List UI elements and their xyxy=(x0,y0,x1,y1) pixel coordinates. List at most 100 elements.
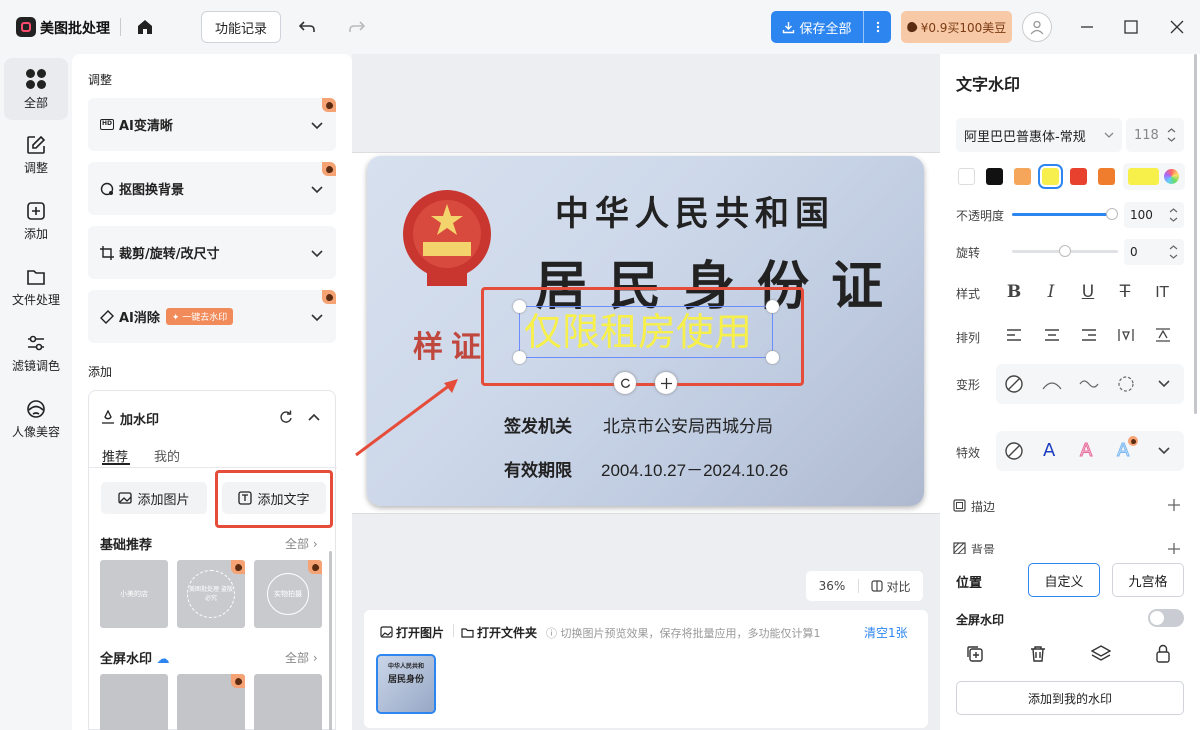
undo-icon[interactable] xyxy=(295,15,319,39)
fullscreen-all-link[interactable]: 全部 › xyxy=(285,649,318,666)
resize-handle[interactable] xyxy=(766,351,779,364)
open-image-button[interactable]: 打开图片 xyxy=(380,624,444,641)
circle-text-icon[interactable] xyxy=(1116,374,1136,394)
move-handle-icon[interactable] xyxy=(655,372,677,394)
align-center-icon[interactable] xyxy=(1044,328,1060,342)
add-image-button[interactable]: 添加图片 xyxy=(101,482,207,514)
redo-icon[interactable] xyxy=(345,15,369,39)
app-title: 美图批处理 xyxy=(40,21,110,37)
color-swatch[interactable] xyxy=(1098,168,1115,185)
layers-icon[interactable] xyxy=(1091,645,1111,663)
wave-icon[interactable] xyxy=(1079,377,1099,391)
chevron-down-icon[interactable] xyxy=(1157,445,1171,457)
rotate-input[interactable]: 0 xyxy=(1124,239,1184,265)
watermark-text-box[interactable]: 仅限租房使用 xyxy=(513,300,779,364)
compare-button[interactable]: 对比 xyxy=(859,578,923,595)
scrollbar[interactable] xyxy=(329,551,332,730)
vertical-text-icon[interactable]: IT xyxy=(1144,277,1180,307)
card-ai-erase[interactable]: AI消除 ✦ 一键去水印 xyxy=(88,290,336,343)
fullscreen-thumb[interactable] xyxy=(177,674,245,730)
plus-icon[interactable] xyxy=(1167,542,1181,554)
stepper-icon[interactable] xyxy=(1169,244,1178,260)
history-button[interactable]: 功能记录 xyxy=(201,11,281,43)
add-to-my-watermark-button[interactable]: 添加到我的水印 xyxy=(956,681,1184,715)
basic-all-link[interactable]: 全部 › xyxy=(285,535,318,552)
align-right-icon[interactable] xyxy=(1081,328,1097,342)
scrollbar[interactable] xyxy=(1194,54,1197,414)
chevron-up-icon[interactable] xyxy=(307,410,321,424)
rotate-handle-icon[interactable] xyxy=(614,372,636,394)
color-swatch[interactable] xyxy=(1070,168,1087,185)
resize-handle[interactable] xyxy=(766,300,779,313)
rotate-slider[interactable] xyxy=(1012,245,1118,257)
opacity-slider[interactable] xyxy=(1012,208,1118,220)
watermark-title: 加水印 xyxy=(120,413,160,428)
plus-icon[interactable] xyxy=(1167,498,1181,512)
home-icon[interactable] xyxy=(133,15,157,39)
fullscreen-toggle[interactable] xyxy=(1148,609,1184,627)
resize-handle[interactable] xyxy=(513,351,526,364)
italic-icon[interactable]: I xyxy=(1033,277,1069,307)
current-color-swatch[interactable] xyxy=(1128,168,1159,185)
distribute-icon[interactable] xyxy=(1118,328,1134,342)
nav-file[interactable]: 文件处理 xyxy=(4,256,68,318)
bold-icon[interactable]: B xyxy=(996,277,1032,307)
chevron-down-icon[interactable] xyxy=(1157,378,1171,390)
zoom-level[interactable]: 36% xyxy=(806,579,858,593)
none-icon[interactable] xyxy=(1004,441,1024,461)
fullscreen-thumb[interactable] xyxy=(100,674,168,730)
tab-mine[interactable]: 我的 xyxy=(154,446,180,465)
position-grid-button[interactable]: 九宫格 xyxy=(1112,563,1184,597)
color-picker-icon[interactable] xyxy=(1164,169,1179,184)
arc-icon[interactable] xyxy=(1042,377,1062,391)
card-cutout[interactable]: 抠图换背景 xyxy=(88,162,336,215)
nav-add[interactable]: 添加 xyxy=(4,190,68,252)
stepper-icon[interactable] xyxy=(1167,127,1176,143)
clear-button[interactable]: 清空1张 xyxy=(864,624,908,641)
card-crop[interactable]: 裁剪/旋转/改尺寸 xyxy=(88,226,336,279)
open-folder-button[interactable]: 打开文件夹 xyxy=(461,624,537,641)
strikethrough-icon[interactable]: T xyxy=(1107,277,1143,307)
avatar[interactable] xyxy=(1022,12,1052,42)
effect-blue-icon[interactable]: A xyxy=(1116,440,1129,462)
watermark-thumb[interactable]: 实物拍摄 xyxy=(254,560,322,628)
opacity-input[interactable]: 100 xyxy=(1124,202,1184,228)
trash-icon[interactable] xyxy=(1029,645,1047,663)
fullscreen-thumb[interactable] xyxy=(254,674,322,730)
underline-icon[interactable]: U xyxy=(1070,277,1106,307)
promo-button[interactable]: ¥0.9买100美豆 xyxy=(901,11,1012,43)
color-swatch[interactable] xyxy=(1014,168,1031,185)
folder-icon xyxy=(27,269,45,285)
none-icon[interactable] xyxy=(1004,374,1024,394)
duplicate-icon[interactable] xyxy=(966,645,984,663)
justify-icon[interactable] xyxy=(1155,328,1171,342)
close-icon[interactable] xyxy=(1165,15,1189,39)
save-all-button[interactable]: 保存全部 xyxy=(771,11,891,43)
more-options-icon[interactable] xyxy=(863,11,891,43)
stepper-icon[interactable] xyxy=(1169,207,1178,223)
watermark-thumb[interactable]: 美图批处理 盗版必究 xyxy=(177,560,245,628)
reset-icon[interactable] xyxy=(279,410,293,424)
font-select[interactable]: 阿里巴巴普惠体-常规 xyxy=(956,118,1122,152)
image-thumbnail[interactable]: 中华人民共和 居民身份 xyxy=(376,654,436,714)
minimize-icon[interactable] xyxy=(1075,15,1099,39)
lock-icon[interactable] xyxy=(1155,644,1171,663)
maximize-icon[interactable] xyxy=(1119,15,1143,39)
font-size-input[interactable]: 118 xyxy=(1126,118,1184,152)
chevron-down-icon xyxy=(311,121,323,129)
align-left-icon[interactable] xyxy=(1006,328,1022,342)
nav-all[interactable]: 全部 xyxy=(4,58,68,120)
watermark-thumb[interactable]: 小美的店 xyxy=(100,560,168,628)
nav-adjust[interactable]: 调整 xyxy=(4,124,68,186)
color-swatch[interactable] xyxy=(1038,164,1063,189)
color-swatch[interactable] xyxy=(986,168,1003,185)
position-custom-button[interactable]: 自定义 xyxy=(1028,563,1100,597)
nav-filter[interactable]: 滤镜调色 xyxy=(4,322,68,384)
resize-handle[interactable] xyxy=(513,300,526,313)
effect-a-icon[interactable]: A xyxy=(1043,440,1055,461)
nav-beauty[interactable]: 人像美容 xyxy=(4,388,68,450)
effect-pink-icon[interactable]: A xyxy=(1079,440,1092,462)
add-image-label: 添加图片 xyxy=(137,492,190,508)
card-ai-sharpen[interactable]: HD AI变清晰 xyxy=(88,98,336,151)
color-swatch[interactable] xyxy=(958,168,975,185)
